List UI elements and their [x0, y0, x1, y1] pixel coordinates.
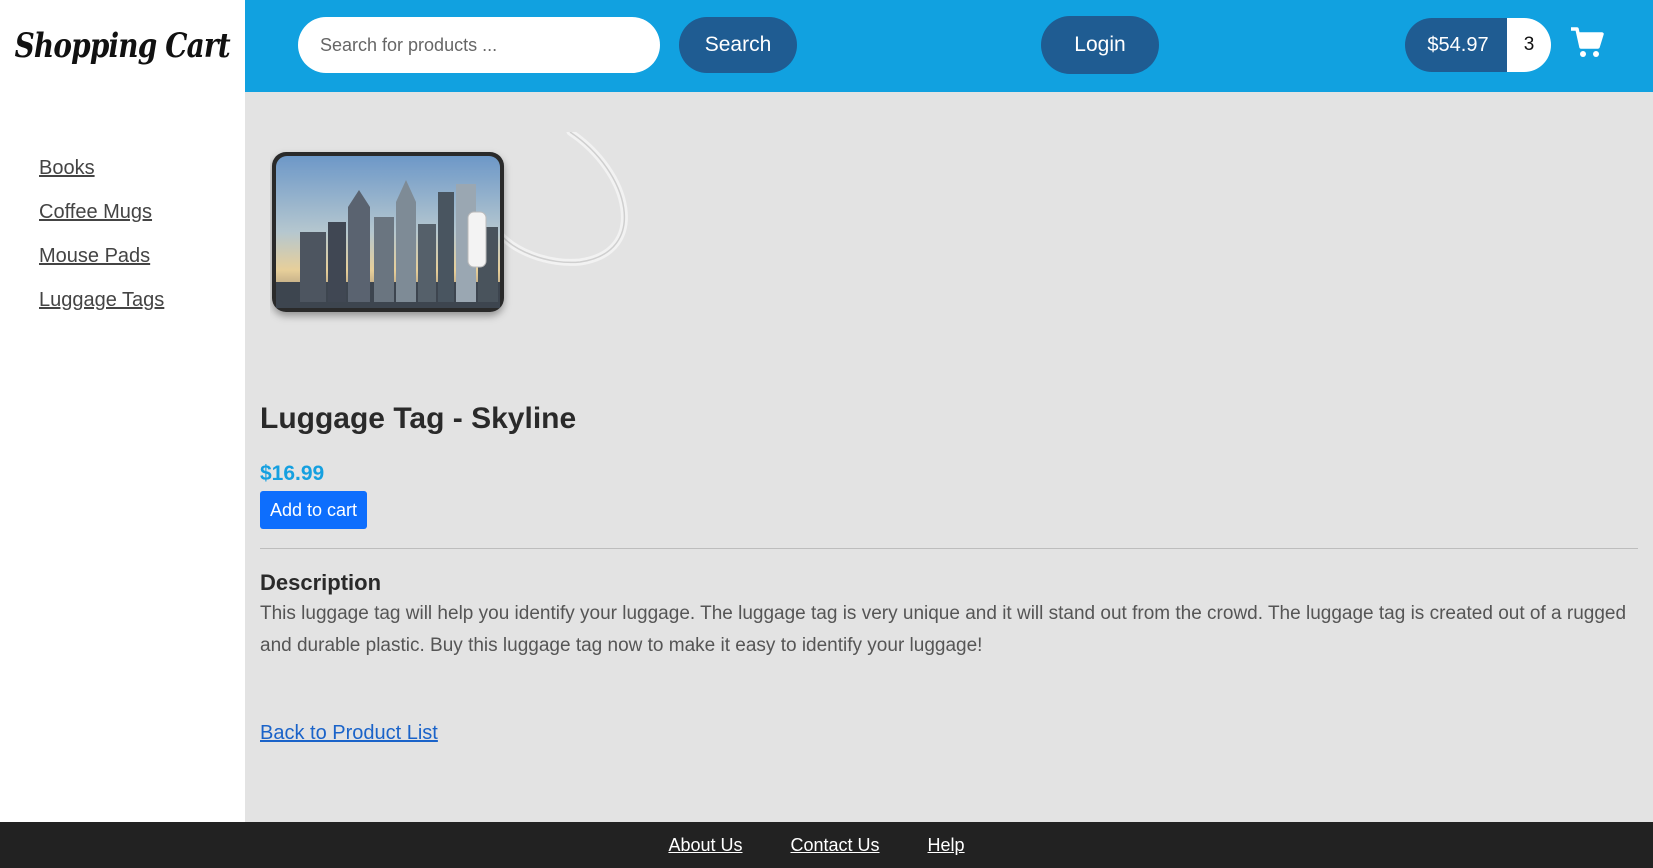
shopping-cart-icon[interactable] — [1570, 25, 1604, 59]
divider — [260, 548, 1638, 549]
description-text: This luggage tag will help you identify … — [260, 603, 1627, 656]
logo-text: Shopping Cart — [14, 26, 231, 66]
footer-link-contact-us[interactable]: Contact Us — [790, 835, 879, 856]
cart-total: $54.97 — [1405, 18, 1507, 72]
product-title: Luggage Tag - Skyline — [260, 402, 577, 435]
category-sidebar: Books Coffee Mugs Mouse Pads Luggage Tag… — [0, 92, 245, 822]
footer-link-about-us[interactable]: About Us — [668, 835, 742, 856]
category-link-books[interactable]: Books — [39, 146, 245, 190]
description-heading: Description — [260, 570, 382, 595]
category-link-coffee-mugs[interactable]: Coffee Mugs — [39, 190, 245, 234]
cart-summary[interactable]: $54.97 3 — [1405, 18, 1551, 72]
top-header: Search Login $54.97 3 — [245, 0, 1653, 92]
add-to-cart-button[interactable]: Add to cart — [260, 491, 367, 529]
login-button[interactable]: Login — [1041, 16, 1159, 74]
product-price: $16.99 — [260, 462, 325, 485]
cart-count: 3 — [1507, 18, 1551, 72]
logo[interactable]: Shopping Cart — [0, 0, 245, 92]
footer: About Us Contact Us Help — [0, 822, 1653, 868]
back-to-product-list-link[interactable]: Back to Product List — [260, 722, 438, 745]
category-link-mouse-pads[interactable]: Mouse Pads — [39, 234, 245, 278]
search-button[interactable]: Search — [679, 17, 797, 73]
category-link-luggage-tags[interactable]: Luggage Tags — [39, 278, 245, 322]
search-input[interactable] — [298, 17, 660, 73]
luggage-tag-skyline-image — [272, 132, 628, 312]
footer-link-help[interactable]: Help — [928, 835, 965, 856]
